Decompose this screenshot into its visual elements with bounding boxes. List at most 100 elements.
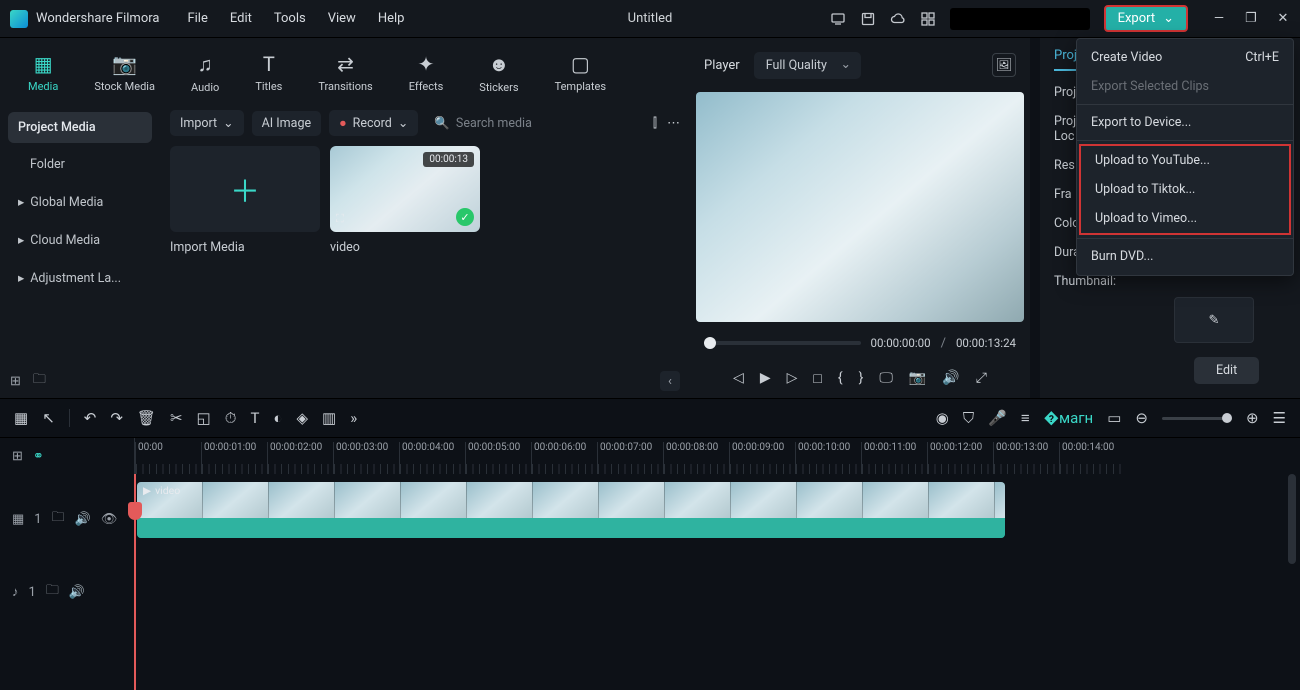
search-media-input[interactable]: 🔍Search media xyxy=(426,111,645,136)
edit-button[interactable]: Edit xyxy=(1194,357,1259,384)
mark-out-button[interactable]: } xyxy=(859,370,864,386)
player-scrubber[interactable]: 00:00:00:00 / 00:00:13:24 xyxy=(690,328,1030,358)
sidebar-global-media[interactable]: ▸Global Media xyxy=(8,186,152,218)
cloud-icon[interactable] xyxy=(890,11,906,27)
upload-vimeo[interactable]: Upload to Vimeo... xyxy=(1081,204,1289,233)
redo-button[interactable]: ↷ xyxy=(110,409,123,427)
adjustment-button[interactable]: ▥ xyxy=(322,409,336,427)
tl-magnet-icon[interactable]: �магн xyxy=(1044,409,1094,427)
export-to-device[interactable]: Export to Device... xyxy=(1077,108,1293,137)
minimize-button[interactable]: — xyxy=(1212,12,1226,26)
prev-frame-button[interactable]: ◁ xyxy=(733,370,744,386)
menu-help[interactable]: Help xyxy=(378,11,405,26)
tl-layout-icon[interactable]: ▦ xyxy=(14,409,28,427)
tab-templates[interactable]: ▢Templates xyxy=(541,48,620,98)
snapshot-button[interactable]: 🖼 xyxy=(992,53,1016,77)
player-tab[interactable]: Player xyxy=(704,58,740,73)
play-backward-button[interactable]: ▶ xyxy=(760,370,771,386)
scrub-track[interactable] xyxy=(704,341,861,345)
tab-effects[interactable]: ✦Effects xyxy=(395,48,458,98)
more-icon[interactable]: ⋯ xyxy=(667,116,680,131)
save-icon[interactable] xyxy=(860,11,876,27)
tab-stock-media[interactable]: 📷Stock Media xyxy=(80,48,169,98)
video-clip-card[interactable]: 00:00:13 ⛶ ✓ video xyxy=(330,146,480,255)
sidebar-project-media[interactable]: Project Media xyxy=(8,112,152,143)
tab-titles[interactable]: TTitles xyxy=(241,48,296,98)
menu-edit[interactable]: Edit xyxy=(230,11,252,26)
zoom-in-button[interactable]: ⊕ xyxy=(1246,409,1259,427)
sidebar-adjustment-layer[interactable]: ▸Adjustment La... xyxy=(8,262,152,294)
grid-icon[interactable] xyxy=(920,11,936,27)
playhead[interactable] xyxy=(134,474,136,690)
video-clip[interactable]: ▶video xyxy=(137,482,1005,538)
tab-transitions[interactable]: ⇄Transitions xyxy=(304,48,386,98)
zoom-out-button[interactable]: ⊖ xyxy=(1135,409,1148,427)
collapse-sidebar-button[interactable]: ‹ xyxy=(660,371,680,391)
account-area[interactable] xyxy=(950,8,1090,30)
tl-mic-icon[interactable]: 🎤 xyxy=(988,409,1007,427)
menu-file[interactable]: File xyxy=(187,11,207,26)
new-folder-icon[interactable]: ⊞ xyxy=(10,374,21,389)
tab-audio[interactable]: ♫Audio xyxy=(177,48,233,98)
lock-icon[interactable]: 🗀 xyxy=(46,581,59,603)
mute-icon[interactable]: 🔊 xyxy=(69,585,85,600)
crop-button[interactable]: ◱ xyxy=(197,409,211,427)
quality-dropdown[interactable]: Full Quality xyxy=(754,52,861,79)
tab-stickers[interactable]: ☻Stickers xyxy=(465,48,532,98)
lock-icon[interactable]: 🗀 xyxy=(52,508,65,530)
menu-view[interactable]: View xyxy=(328,11,356,26)
undo-button[interactable]: ↶ xyxy=(84,409,97,427)
tl-track-add-icon[interactable]: ⊞ xyxy=(12,449,23,464)
tl-shield-icon[interactable]: ⛉ xyxy=(963,409,974,427)
ai-image-button[interactable]: AI Image xyxy=(252,111,321,136)
display-icon[interactable]: 🖵 xyxy=(879,370,893,386)
thumbnail-preview[interactable]: ✎ xyxy=(1174,297,1254,343)
timeline-ruler[interactable]: 00:0000:00:01:0000:00:02:0000:00:03:0000… xyxy=(134,438,1300,474)
camera-icon[interactable]: 📷 xyxy=(909,370,926,386)
menu-tools[interactable]: Tools xyxy=(274,11,306,26)
upload-tiktok[interactable]: Upload to Tiktok... xyxy=(1081,175,1289,204)
folder-icon[interactable]: 🗀 xyxy=(33,370,46,392)
tl-marker-icon[interactable]: ◉ xyxy=(936,409,949,427)
tl-list-icon[interactable]: ☰ xyxy=(1273,409,1286,427)
mute-icon[interactable]: 🔊 xyxy=(75,512,91,527)
cut-button[interactable]: ✂ xyxy=(170,409,183,427)
sidebar-cloud-media[interactable]: ▸Cloud Media xyxy=(8,224,152,256)
play-button[interactable]: ▷ xyxy=(787,370,798,386)
tl-mixer-icon[interactable]: ≡ xyxy=(1021,409,1030,427)
sidebar-folder[interactable]: Folder xyxy=(8,149,152,180)
text-button[interactable]: T xyxy=(250,409,259,427)
import-button[interactable]: Import⌄ xyxy=(170,110,244,136)
stop-button[interactable]: □ xyxy=(813,370,821,387)
keyframe-button[interactable]: ◈ xyxy=(296,409,308,427)
fullscreen-icon[interactable]: ⤢ xyxy=(976,370,987,386)
close-button[interactable]: ✕ xyxy=(1276,12,1290,26)
export-button[interactable]: Export ⌄ xyxy=(1104,5,1188,32)
burn-dvd[interactable]: Burn DVD... xyxy=(1077,242,1293,271)
record-button[interactable]: ●Record⌄ xyxy=(329,110,418,136)
maximize-button[interactable]: ❐ xyxy=(1244,12,1258,26)
audio-track[interactable] xyxy=(134,564,1300,620)
speed-button[interactable]: ⏱ xyxy=(225,409,237,427)
upload-youtube[interactable]: Upload to YouTube... xyxy=(1081,146,1289,175)
more-tools-button[interactable]: » xyxy=(350,409,357,427)
visibility-icon[interactable]: 👁 xyxy=(101,512,118,527)
player-viewport[interactable] xyxy=(696,92,1024,322)
tl-select-icon[interactable]: ↖ xyxy=(42,409,55,427)
properties-tab[interactable]: Proj xyxy=(1054,48,1077,71)
mark-in-button[interactable]: { xyxy=(838,370,843,386)
export-create-video[interactable]: Create Video Ctrl+E xyxy=(1077,43,1293,72)
scrub-knob[interactable] xyxy=(704,337,716,349)
delete-button[interactable]: 🗑 xyxy=(137,409,156,427)
scrollbar[interactable] xyxy=(1288,474,1296,564)
tl-overlay-icon[interactable]: ▭ xyxy=(1107,409,1121,427)
filter-icon[interactable]: ⫿ xyxy=(653,116,657,131)
video-track[interactable]: ▶video xyxy=(134,474,1300,564)
tl-link-icon[interactable]: ⚭ xyxy=(33,449,44,464)
color-button[interactable]: ◐ xyxy=(273,409,282,427)
volume-icon[interactable]: 🔊 xyxy=(942,370,959,386)
zoom-slider[interactable] xyxy=(1162,417,1232,420)
device-icon[interactable] xyxy=(830,11,846,27)
import-media-card[interactable]: ＋ Import Media xyxy=(170,146,320,255)
tab-media[interactable]: ▦Media xyxy=(14,48,72,98)
